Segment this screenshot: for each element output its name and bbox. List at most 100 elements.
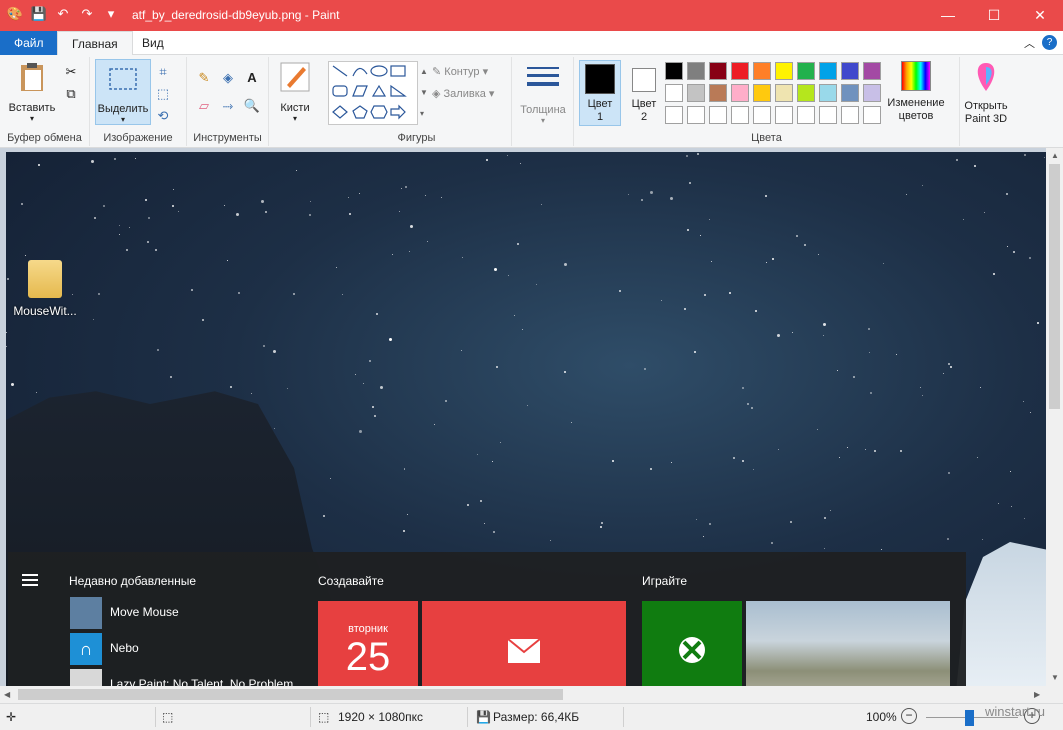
group-colors: Цвет 1 Цвет 2 Изменение цветов Цвета xyxy=(574,57,960,146)
palette-empty-swatch[interactable] xyxy=(753,106,771,124)
collapse-ribbon-icon[interactable]: ︿ xyxy=(1024,35,1035,51)
zoom-slider-thumb[interactable] xyxy=(965,710,974,726)
text-icon[interactable]: A xyxy=(243,69,261,87)
palette-swatch[interactable] xyxy=(863,84,881,102)
scroll-right-icon[interactable]: ▶ xyxy=(1034,690,1040,699)
star xyxy=(349,213,351,215)
brushes-button[interactable]: Кисти ▾ xyxy=(273,61,317,123)
zoom-out-button[interactable]: − xyxy=(901,708,917,724)
star xyxy=(564,371,566,373)
palette-empty-swatch[interactable] xyxy=(797,106,815,124)
palette-empty-swatch[interactable] xyxy=(841,106,859,124)
palette-swatch[interactable] xyxy=(687,62,705,80)
palette-empty-swatch[interactable] xyxy=(775,106,793,124)
color-picker-icon[interactable]: ⤑ xyxy=(219,97,237,115)
star xyxy=(817,429,818,430)
scroll-up-icon[interactable]: ▲ xyxy=(1051,151,1059,160)
scroll-left-icon[interactable]: ◀ xyxy=(4,690,10,699)
palette-empty-swatch[interactable] xyxy=(687,106,705,124)
palette-swatch[interactable] xyxy=(775,84,793,102)
star xyxy=(974,165,976,167)
eraser-icon[interactable]: ▱ xyxy=(195,97,213,115)
palette-swatch[interactable] xyxy=(841,62,859,80)
select-button[interactable]: Выделить ▾ xyxy=(95,59,151,125)
palette-swatch[interactable] xyxy=(753,84,771,102)
palette-swatch[interactable] xyxy=(819,84,837,102)
star xyxy=(410,225,413,228)
tab-home[interactable]: Главная xyxy=(57,31,133,55)
maximize-button[interactable]: ☐ xyxy=(971,0,1017,31)
outline-icon: ✎ xyxy=(432,66,442,78)
star xyxy=(963,219,964,220)
canvas-area[interactable]: MouseWit... Недавно добавленные Move Mou… xyxy=(0,148,1046,686)
star xyxy=(948,363,950,365)
magnifier-icon[interactable]: 🔍 xyxy=(243,97,261,115)
palette-empty-swatch[interactable] xyxy=(665,106,683,124)
star xyxy=(520,163,521,164)
edit-colors-button[interactable]: Изменение цветов xyxy=(884,61,948,123)
star xyxy=(445,400,447,402)
palette-swatch[interactable] xyxy=(863,62,881,80)
star xyxy=(550,540,551,541)
help-icon[interactable]: ? xyxy=(1042,35,1057,50)
star xyxy=(869,352,870,353)
star xyxy=(135,158,136,159)
star xyxy=(462,257,463,258)
paste-button[interactable]: Вставить ▾ xyxy=(4,61,60,123)
fill-bucket-icon[interactable]: ◈ xyxy=(219,69,237,87)
star xyxy=(310,201,311,202)
star xyxy=(389,338,392,341)
palette-empty-swatch[interactable] xyxy=(819,106,837,124)
palette-swatch[interactable] xyxy=(731,84,749,102)
color2-button[interactable]: Цвет 2 xyxy=(624,60,664,126)
horizontal-scrollbar[interactable]: ◀ ▶ xyxy=(0,686,1046,703)
redo-icon[interactable]: ↷ xyxy=(78,5,96,23)
fill-button[interactable]: ◈ Заливка ▾ xyxy=(432,87,494,100)
palette-swatch[interactable] xyxy=(709,62,727,80)
palette-swatch[interactable] xyxy=(797,84,815,102)
minimize-button[interactable]: — xyxy=(925,0,971,31)
color1-button[interactable]: Цвет 1 xyxy=(579,60,621,126)
copy-icon[interactable]: ⧉ xyxy=(62,85,80,103)
palette-swatch[interactable] xyxy=(665,62,683,80)
rotate-icon[interactable]: ⟲ xyxy=(154,107,172,125)
save-icon[interactable]: 💾 xyxy=(30,5,48,23)
tab-file[interactable]: Файл xyxy=(0,31,58,55)
shapes-gallery[interactable] xyxy=(328,61,418,125)
palette-swatch[interactable] xyxy=(709,84,727,102)
horizontal-scroll-thumb[interactable] xyxy=(18,689,563,700)
create-title: Создавайте xyxy=(318,574,384,588)
customize-qat-icon[interactable]: ▾ xyxy=(102,5,120,23)
palette-empty-swatch[interactable] xyxy=(731,106,749,124)
tab-view[interactable]: Вид xyxy=(128,31,178,55)
vertical-scroll-thumb[interactable] xyxy=(1049,164,1060,409)
palette-swatch[interactable] xyxy=(665,84,683,102)
pencil-icon[interactable]: ✎ xyxy=(195,69,213,87)
resize-icon[interactable]: ⬚ xyxy=(154,85,172,103)
outline-button[interactable]: ✎ Контур ▾ xyxy=(432,65,488,78)
image-canvas[interactable]: MouseWit... Недавно добавленные Move Mou… xyxy=(6,152,1046,686)
scroll-down-icon[interactable]: ▼ xyxy=(1051,673,1059,682)
palette-swatch[interactable] xyxy=(753,62,771,80)
paint-app-icon[interactable]: 🎨 xyxy=(6,5,24,23)
palette-empty-swatch[interactable] xyxy=(863,106,881,124)
palette-swatch[interactable] xyxy=(687,84,705,102)
vertical-scrollbar[interactable]: ▲ ▼ xyxy=(1046,148,1063,686)
palette-swatch[interactable] xyxy=(731,62,749,80)
palette-swatch[interactable] xyxy=(819,62,837,80)
shapes-scroll[interactable]: ▲ ▼ ▾ xyxy=(420,61,430,125)
star xyxy=(571,422,572,423)
palette-swatch[interactable] xyxy=(775,62,793,80)
thickness-button[interactable]: Толщина ▾ xyxy=(518,63,568,125)
palette-swatch[interactable] xyxy=(841,84,859,102)
star xyxy=(21,203,23,205)
cut-icon[interactable]: ✂ xyxy=(62,63,80,81)
palette-empty-swatch[interactable] xyxy=(709,106,727,124)
star xyxy=(747,403,749,405)
close-button[interactable]: ✕ xyxy=(1017,0,1063,31)
open-paint3d-button[interactable]: Открыть Paint 3D xyxy=(962,61,1010,126)
palette-swatch[interactable] xyxy=(797,62,815,80)
crop-icon[interactable]: ⌗ xyxy=(154,63,172,81)
undo-icon[interactable]: ↶ xyxy=(54,5,72,23)
star xyxy=(157,349,159,351)
